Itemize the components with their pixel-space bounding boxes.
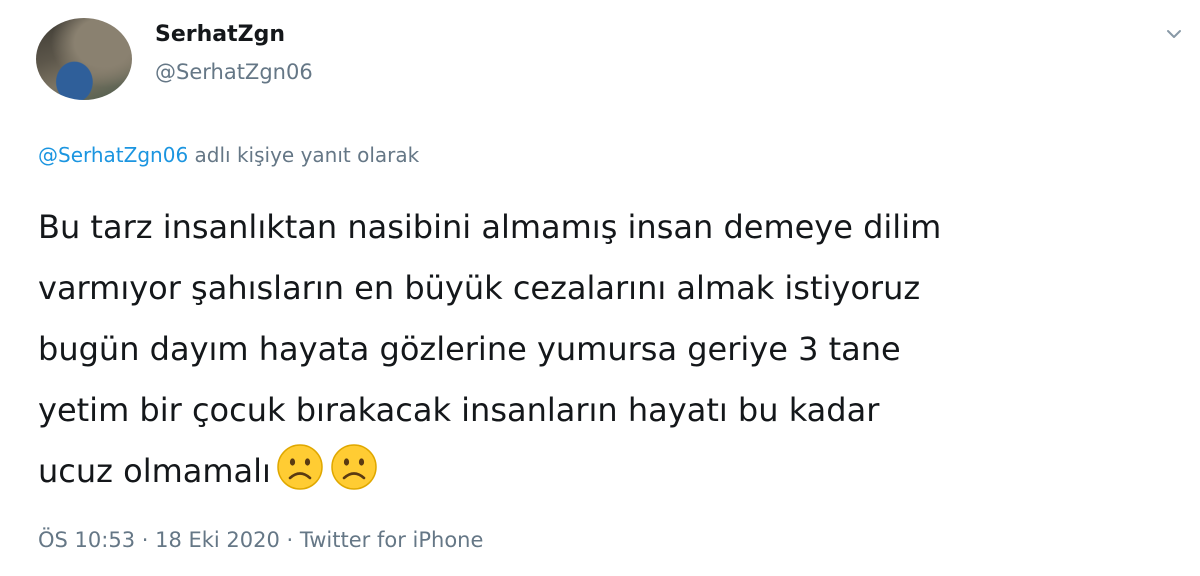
tweet-source-link[interactable]: Twitter for iPhone xyxy=(300,528,484,552)
meta-separator: · xyxy=(135,528,156,552)
tweet-text-line: bugün dayım hayata gözlerine yumursa ger… xyxy=(38,330,901,368)
user-handle[interactable]: @SerhatZgn06 xyxy=(155,60,313,84)
frowning-face-icon xyxy=(277,444,323,490)
tweet-card: SerhatZgn @SerhatZgn06 @SerhatZgn06 adlı… xyxy=(0,0,1200,576)
tweet-text-line: yetim bir çocuk bırakacak insanların hay… xyxy=(38,391,880,429)
tweet-text-last-line: ucuz olmamalı xyxy=(38,441,1178,502)
reply-context-text: adlı kişiye yanıt olarak xyxy=(188,143,420,167)
frowning-face-icon xyxy=(331,444,377,490)
chevron-down-icon[interactable] xyxy=(1160,20,1188,48)
tweet-text: Bu tarz insanlıktan nasibini almamış ins… xyxy=(38,197,1178,502)
tweet-date[interactable]: 18 Eki 2020 xyxy=(155,528,280,552)
reply-context: @SerhatZgn06 adlı kişiye yanıt olarak xyxy=(38,143,419,167)
display-name[interactable]: SerhatZgn xyxy=(155,22,285,47)
tweet-text-line: varmıyor şahısların en büyük cezalarını … xyxy=(38,269,921,307)
tweet-text-line: Bu tarz insanlıktan nasibini almamış ins… xyxy=(38,208,942,246)
avatar[interactable] xyxy=(36,18,132,100)
tweet-meta: ÖS 10:53 · 18 Eki 2020 · Twitter for iPh… xyxy=(38,528,483,552)
tweet-time[interactable]: ÖS 10:53 xyxy=(38,528,135,552)
reply-mention-link[interactable]: @SerhatZgn06 xyxy=(38,143,188,167)
meta-separator: · xyxy=(279,528,300,552)
tweet-text-line: ucuz olmamalı xyxy=(38,452,271,490)
